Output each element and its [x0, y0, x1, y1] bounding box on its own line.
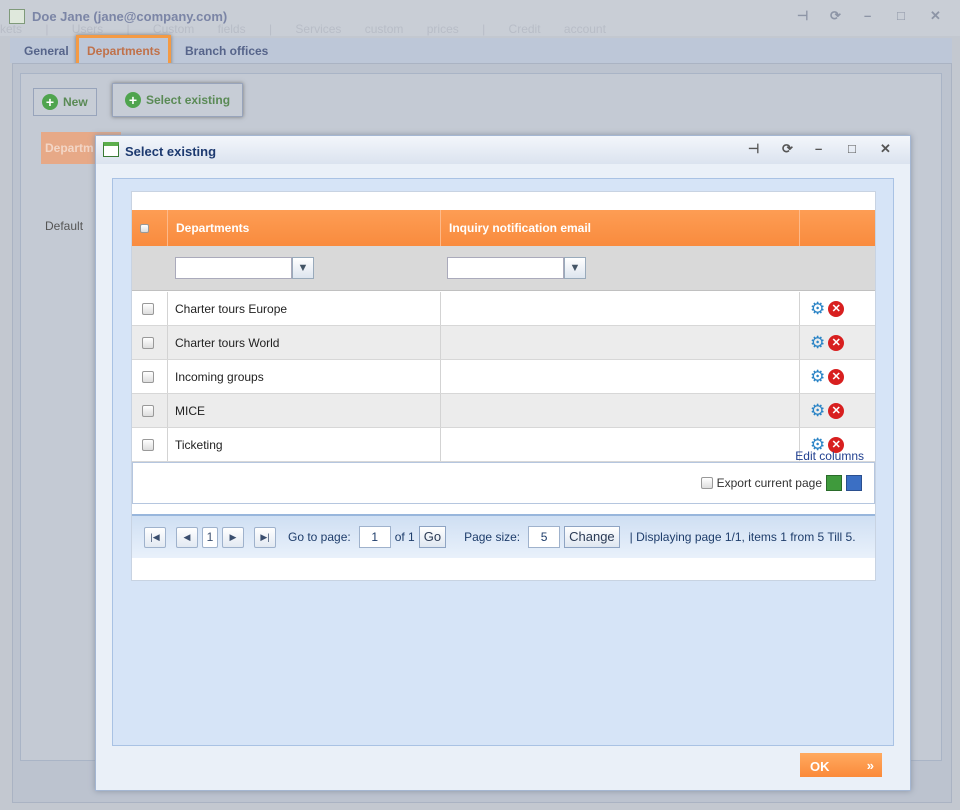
column-email[interactable]: Inquiry notification email — [440, 210, 799, 246]
departments-grid: Departments Inquiry notification email ▼… — [131, 191, 876, 581]
tab-general[interactable]: General — [24, 44, 69, 58]
grid-header: Departments Inquiry notification email — [132, 210, 875, 246]
delete-icon[interactable]: ✕ — [828, 368, 845, 385]
department-email — [440, 428, 448, 461]
page-count: of 1 — [394, 530, 415, 544]
edit-columns-link[interactable]: Edit columns — [795, 449, 864, 463]
select-existing-dialog: Select existing ⊣ ⟳ – □ ✕ Departments In… — [95, 135, 911, 791]
word-export-icon[interactable] — [846, 475, 862, 491]
change-button[interactable]: Change — [564, 526, 620, 548]
minimize-icon[interactable]: – — [815, 141, 822, 156]
gear-icon[interactable]: ⚙ — [810, 368, 825, 385]
dialog-titlebar: Select existing ⊣ ⟳ – □ ✕ — [96, 136, 910, 164]
row-checkbox[interactable] — [142, 302, 154, 315]
next-page-button[interactable]: ▶ — [222, 526, 244, 548]
excel-export-icon[interactable] — [826, 475, 842, 491]
minimize-icon[interactable]: – — [864, 8, 871, 23]
page-input[interactable]: 1 — [358, 526, 391, 548]
dialog-title: Select existing — [125, 144, 217, 159]
export-bar: Export current page — [132, 462, 875, 504]
department-name: Ticketing — [175, 437, 223, 452]
row-checkbox[interactable] — [142, 438, 154, 451]
department-email — [440, 326, 448, 359]
gear-icon[interactable]: ⚙ — [810, 334, 825, 351]
tab-bar: General Departments Branch offices — [10, 35, 952, 67]
maximize-icon[interactable]: □ — [897, 8, 905, 23]
pager: |◀ ◀ 1 ▶ ▶| Go to page: 1 of 1 Go Page s… — [132, 514, 875, 558]
pager-status: | Displaying page 1/1, items 1 from 5 Ti… — [629, 530, 856, 544]
department-email — [440, 394, 448, 427]
first-page-button[interactable]: |◀ — [144, 526, 166, 548]
refresh-icon[interactable]: ⟳ — [782, 141, 793, 157]
page-1-button[interactable]: 1 — [202, 526, 218, 548]
prev-page-button[interactable]: ◀ — [176, 526, 198, 548]
row-checkbox[interactable] — [142, 336, 154, 349]
new-label: New — [63, 95, 88, 109]
gear-icon[interactable]: ⚙ — [810, 402, 825, 419]
close-icon[interactable]: ✕ — [930, 8, 941, 24]
plus-icon: + — [42, 94, 58, 110]
ok-button[interactable]: OK » — [800, 753, 882, 777]
chevrons-icon: » — [866, 758, 874, 773]
department-name: MICE — [175, 403, 205, 418]
plus-icon: + — [125, 92, 141, 108]
page-size-label: Page size: — [464, 530, 521, 544]
email-filter-input[interactable] — [447, 257, 564, 279]
export-checkbox[interactable] — [700, 477, 713, 489]
gear-icon[interactable]: ⚙ — [810, 300, 825, 317]
tab-branch-offices[interactable]: Branch offices — [185, 44, 268, 58]
window-title: Doe Jane (jane@company.com) — [32, 9, 228, 24]
new-button[interactable]: + New — [33, 88, 97, 116]
background-window-titlebar: kets | Users | Custom fields | Services … — [0, 0, 960, 36]
departments-filter-input[interactable] — [175, 257, 292, 279]
department-email — [440, 360, 448, 393]
delete-icon[interactable]: ✕ — [828, 402, 845, 419]
last-page-button[interactable]: ▶| — [254, 526, 276, 548]
refresh-icon[interactable]: ⟳ — [830, 8, 841, 24]
delete-icon[interactable]: ✕ — [828, 334, 845, 351]
export-label: Export current page — [716, 476, 822, 490]
filter-icon[interactable]: ▼ — [564, 257, 586, 279]
department-name: Charter tours Europe — [175, 301, 288, 316]
pin-icon[interactable]: ⊣ — [797, 8, 808, 24]
ghost-tabs: kets | Users | Custom fields | Services … — [0, 22, 606, 36]
filter-icon[interactable]: ▼ — [292, 257, 314, 279]
table-row[interactable]: MICE ⚙ ✕ — [132, 394, 875, 428]
select-existing-button[interactable]: + Select existing — [112, 83, 244, 117]
select-all-checkbox[interactable] — [140, 223, 149, 233]
page-size-input[interactable]: 5 — [528, 526, 561, 548]
close-icon[interactable]: ✕ — [880, 141, 891, 157]
department-name: Charter tours World — [175, 335, 280, 350]
select-existing-label: Select existing — [146, 93, 231, 107]
column-departments[interactable]: Departments — [167, 210, 440, 246]
pin-icon[interactable]: ⊣ — [748, 141, 759, 157]
go-button[interactable]: Go — [418, 526, 447, 548]
bg-grid-row: Default — [45, 219, 84, 233]
filter-row: ▼ ▼ — [132, 246, 875, 291]
row-checkbox[interactable] — [142, 404, 154, 417]
dialog-icon — [103, 142, 119, 157]
row-checkbox[interactable] — [142, 370, 154, 383]
delete-icon[interactable]: ✕ — [828, 300, 845, 317]
department-email — [440, 292, 448, 325]
department-name: Incoming groups — [175, 369, 264, 384]
table-row[interactable]: Incoming groups ⚙ ✕ — [132, 360, 875, 394]
ok-label: OK — [810, 759, 830, 774]
table-row[interactable]: Charter tours World ⚙ ✕ — [132, 326, 875, 360]
table-row[interactable]: Ticketing ⚙ ✕ — [132, 428, 875, 462]
dialog-body: Departments Inquiry notification email ▼… — [112, 178, 894, 746]
goto-label: Go to page: — [288, 530, 351, 544]
maximize-icon[interactable]: □ — [848, 141, 856, 156]
table-row[interactable]: Charter tours Europe ⚙ ✕ — [132, 292, 875, 326]
